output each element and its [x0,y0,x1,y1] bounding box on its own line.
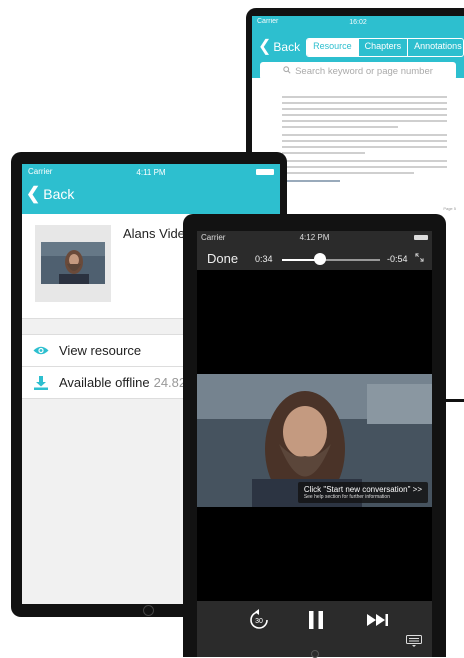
detail-navbar: Carrier 4:11 PM ❮ Back [22,164,280,214]
document-text [282,96,447,188]
pause-button[interactable] [307,609,325,631]
scrubber-track[interactable] [282,259,380,261]
done-button[interactable]: Done [207,251,238,266]
download-icon [32,375,50,390]
fullscreen-icon[interactable] [415,253,424,265]
search-placeholder: Search keyword or page number [295,65,433,77]
keyboard-icon[interactable] [406,635,422,647]
home-button[interactable] [143,605,154,616]
remaining-time: -0:54 [387,254,408,264]
file-size: 24.82 [153,375,187,390]
divider [446,399,464,402]
player-bottom-controls: 30 [197,601,432,657]
resource-title: Alans Video [123,226,193,241]
available-offline-label: Available offline [59,375,150,390]
back-button[interactable]: Back [273,40,300,54]
skip-forward-icon [367,614,388,626]
video-frame[interactable]: Click "Start new conversation" >> See he… [197,374,432,507]
elapsed-time: 0:34 [255,254,273,264]
conversation-hint: Click "Start new conversation" >> See he… [297,482,428,503]
status-time: 4:12 PM [299,233,330,242]
status-bar: Carrier 16:02 [252,16,464,32]
scrubber-knob[interactable] [314,253,327,265]
player-top-controls: Carrier 4:12 PM Done 0:34 -0:54 [197,231,432,270]
player-device: Carrier 4:12 PM Done 0:34 -0:54 Click "S… [183,214,446,658]
status-bar: Carrier 4:11 PM [22,164,280,179]
reader-navbar: Carrier 16:02 ❮ Back Resource Chapters A… [252,16,464,80]
eye-icon [32,345,50,356]
player-screen: Carrier 4:12 PM Done 0:34 -0:54 Click "S… [197,231,432,657]
resource-thumbnail[interactable] [35,225,111,302]
rewind-icon: 30 [250,609,268,629]
segmented-tabs: Resource Chapters Annotations [306,37,464,57]
tab-resource[interactable]: Resource [307,38,358,56]
skip-forward-button[interactable] [367,609,389,631]
status-bar: Carrier 4:12 PM [197,231,432,244]
status-time: 16:02 [349,19,367,26]
hint-line-1: Click "Start new conversation" >> [303,485,422,494]
tab-annotations[interactable]: Annotations [407,38,463,56]
video-thumbnail-image [41,242,105,284]
page-number: Page 5 [443,206,456,211]
back-button[interactable]: Back [43,186,74,202]
hint-line-2: See help section for further information [303,494,390,500]
search-icon [283,65,291,77]
chevron-left-icon[interactable]: ❮ [26,185,40,202]
chevron-left-icon[interactable]: ❮ [258,39,271,55]
pause-icon [309,611,323,629]
rewind-30-button[interactable]: 30 [248,609,270,631]
view-resource-label: View resource [59,343,142,358]
rewind-seconds: 30 [255,618,263,625]
status-time: 4:11 PM [136,168,166,177]
search-input[interactable]: Search keyword or page number [260,62,456,80]
tab-chapters[interactable]: Chapters [357,38,408,56]
